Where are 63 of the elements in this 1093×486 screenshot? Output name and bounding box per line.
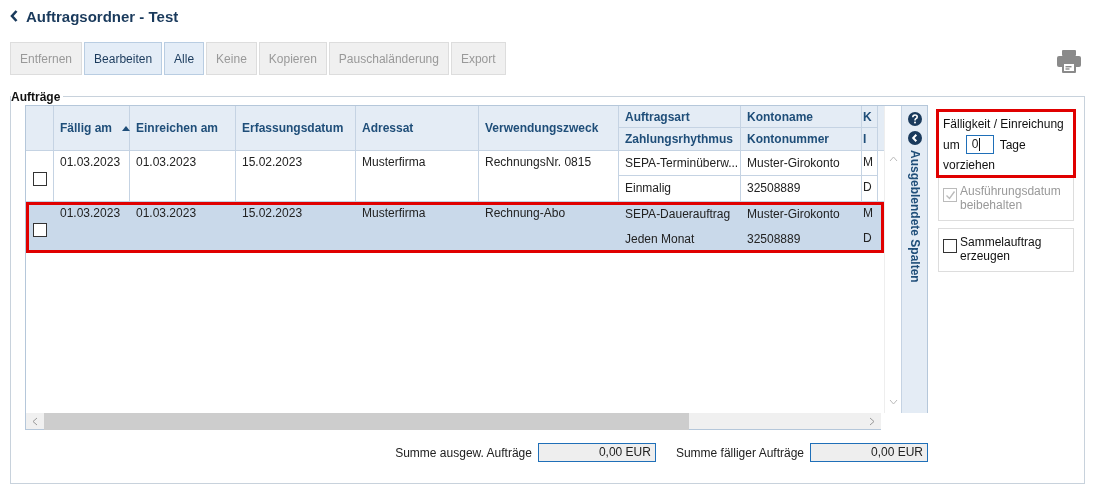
column-header[interactable]: Adressat xyxy=(356,106,478,150)
scroll-up-icon[interactable] xyxy=(888,156,898,162)
highlighted-row[interactable]: 01.03.2023 01.03.2023 15.02.2023 Musterfirma Rechnung-Abo SEPA-Dauerauftrag Jeden Monat Muster-Girokonto 32508889 M D xyxy=(26,202,884,253)
table-cell-text: Einmalig xyxy=(624,180,673,197)
table-cell-text: D xyxy=(862,230,873,247)
sum-label: Summe ausgew. Aufträge xyxy=(395,445,532,460)
table-cell-text: 01.03.2023 xyxy=(59,154,122,171)
table-cell-text: 32508889 xyxy=(746,231,802,248)
option-label: Ausführungsdatum beibehalten xyxy=(960,184,1062,212)
table-cell: SEPA-Terminüberw... xyxy=(619,151,740,176)
advance-title: Fälligkeit / Einreichung xyxy=(943,117,1065,131)
column-header[interactable]: Erfassungsdatum xyxy=(236,106,355,150)
table-cell-text: Musterfirma xyxy=(361,205,427,222)
table-cell-text: SEPA-Dauerauftrag xyxy=(624,206,732,223)
sum-field: 0,00 EUR xyxy=(537,443,656,462)
page-title: Auftragsordner - Test xyxy=(26,7,179,25)
table-cell-text: Jeden Monat xyxy=(624,231,696,248)
scroll-left-icon[interactable] xyxy=(32,416,38,426)
table-cell: M xyxy=(862,151,877,176)
column-header[interactable]: Kontoname xyxy=(741,106,861,128)
table-cell-text: M xyxy=(862,205,874,222)
toolbar-button[interactable]: Bearbeiten xyxy=(84,42,163,75)
table-cell-text: 01.03.2023 xyxy=(135,154,198,171)
days-input-field[interactable]: 0 xyxy=(965,135,994,154)
table-cell-text: 32508889 xyxy=(746,180,802,197)
vertical-scrollbar[interactable] xyxy=(884,106,901,413)
table-cell-text: 01.03.2023 xyxy=(135,205,198,222)
table-cell-text: Musterfirma xyxy=(361,154,427,171)
table-cell-text: 01.03.2023 xyxy=(59,205,122,222)
column-header[interactable]: Auftragsart xyxy=(619,106,740,128)
toolbar-button[interactable]: Alle xyxy=(164,42,205,75)
advance-prefix: um xyxy=(943,137,960,152)
column-header[interactable]: Einreichen am xyxy=(130,106,235,150)
help-icon[interactable] xyxy=(907,112,922,126)
table-cell-text: Rechnung-Abo xyxy=(484,205,567,222)
column-header[interactable]: K xyxy=(862,106,877,128)
hidden-columns-label[interactable]: Ausgeblendete Spalten xyxy=(907,150,922,283)
row-checkbox[interactable] xyxy=(32,223,47,237)
option-checkbox[interactable] xyxy=(943,239,957,253)
option-label: Sammelauftrag erzeugen xyxy=(960,235,1043,263)
table-cell-text: 15.02.2023 xyxy=(241,205,304,222)
scroll-right-icon[interactable] xyxy=(869,416,875,426)
table-cell-text: 15.02.2023 xyxy=(241,154,304,171)
column-header[interactable]: Fällig am xyxy=(54,106,129,150)
scroll-down-icon[interactable] xyxy=(888,399,898,405)
back-icon[interactable] xyxy=(10,10,18,22)
group-title: Aufträge xyxy=(11,90,64,104)
advance-suffix: vorziehen xyxy=(943,158,997,172)
table-cell-text: RechnungsNr. 0815 xyxy=(484,154,593,171)
column-header[interactable]: Verwendungszweck xyxy=(479,106,618,150)
sum-field: 0,00 EUR xyxy=(810,443,928,462)
table-cell: Muster-Girokonto xyxy=(741,151,861,176)
sum-label: Summe fälliger Aufträge xyxy=(675,445,804,460)
advance-unit: Tage xyxy=(999,137,1026,152)
column-header[interactable]: I xyxy=(862,128,877,149)
table-cell-text: Muster-Girokonto xyxy=(746,206,841,223)
collapse-icon[interactable] xyxy=(907,131,922,145)
column-header[interactable]: Kontonummer xyxy=(741,128,861,149)
row-checkbox[interactable] xyxy=(32,172,47,186)
print-icon[interactable] xyxy=(1057,48,1081,73)
column-header[interactable]: Zahlungsrhythmus xyxy=(619,128,740,149)
horizontal-scrollbar[interactable] xyxy=(25,413,881,430)
table-cell-text: D xyxy=(862,179,873,196)
